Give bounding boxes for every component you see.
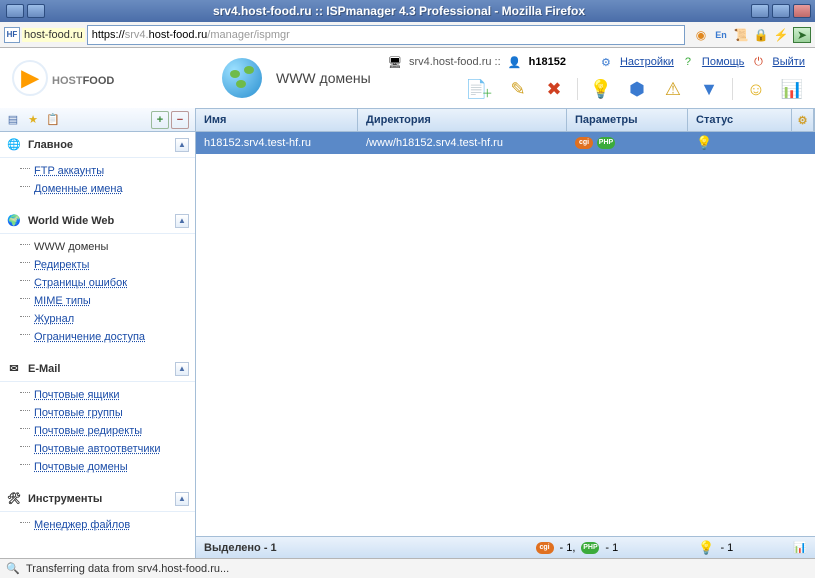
collapse-icon[interactable]: ▲ bbox=[175, 492, 189, 506]
col-header-dir[interactable]: Директория bbox=[358, 109, 567, 131]
sidebar-item[interactable]: Журнал bbox=[20, 310, 195, 328]
window-menu-button[interactable] bbox=[6, 4, 24, 18]
cgi-badge: cgi bbox=[575, 137, 593, 149]
access-button[interactable]: ⬢ bbox=[624, 76, 650, 102]
table-footer: Выделено - 1 cgi - 1, PHP - 1 💡 - 1 📊 bbox=[196, 536, 815, 558]
col-header-params[interactable]: Параметры bbox=[567, 109, 688, 131]
sidebar-group-www[interactable]: 🌍World Wide Web▲ bbox=[0, 208, 195, 234]
sidebar-item[interactable]: Доменные имена bbox=[20, 180, 195, 198]
table-row[interactable]: h18152.srv4.test-hf.ru /www/h18152.srv4.… bbox=[196, 132, 815, 154]
bulb-icon: 💡 bbox=[696, 135, 712, 151]
errors-button[interactable]: ⚠ bbox=[660, 76, 686, 102]
cell-dir: /www/h18152.srv4.test-hf.ru bbox=[358, 137, 567, 149]
selected-count: Выделено - 1 bbox=[204, 542, 277, 554]
clipboard-button[interactable]: 📋 bbox=[44, 111, 62, 129]
sidebar-item[interactable]: Страницы ошибок bbox=[20, 274, 195, 292]
expand-all-button[interactable]: + bbox=[151, 111, 169, 129]
sidebar-item[interactable]: Редиректы bbox=[20, 256, 195, 274]
php-badge: PHP bbox=[597, 137, 615, 149]
sidebar-item[interactable]: Почтовые редиректы bbox=[20, 422, 195, 440]
window-rollup-button[interactable] bbox=[27, 4, 45, 18]
script-icon[interactable]: 📜 bbox=[733, 27, 749, 43]
table-header: Имя Директория Параметры Статус ⚙ bbox=[196, 108, 815, 132]
collapse-icon[interactable]: ▲ bbox=[175, 138, 189, 152]
sidebar-group-main[interactable]: 🌐Главное▲ bbox=[0, 132, 195, 158]
user-icon: 👤 bbox=[507, 54, 523, 70]
sidebar-item[interactable]: Ограничение доступа bbox=[20, 328, 195, 346]
collapse-all-button[interactable]: − bbox=[171, 111, 189, 129]
cell-params: cgi PHP bbox=[567, 137, 688, 149]
window-title: srv4.host-food.ru :: ISPmanager 4.3 Prof… bbox=[51, 4, 747, 18]
globe-icon bbox=[222, 58, 262, 98]
footer-php-badge: PHP bbox=[581, 542, 599, 554]
window-close-button[interactable] bbox=[793, 4, 811, 18]
status-text: Transferring data from srv4.host-food.ru… bbox=[26, 563, 229, 575]
col-settings-button[interactable]: ⚙ bbox=[792, 109, 814, 131]
favorites-button[interactable]: ★ bbox=[24, 111, 42, 129]
window-minimize-button[interactable] bbox=[751, 4, 769, 18]
browser-statusbar: 🔍 Transferring data from srv4.host-food.… bbox=[0, 558, 815, 578]
current-user: h18152 bbox=[529, 56, 566, 68]
collapse-icon[interactable]: ▲ bbox=[175, 362, 189, 376]
antivirus-icon[interactable]: ⚡ bbox=[773, 27, 789, 43]
help-icon: ? bbox=[680, 54, 696, 70]
stats-button[interactable]: 📊 bbox=[779, 76, 805, 102]
logout-link[interactable]: Выйти bbox=[772, 56, 805, 68]
hostfood-logo: ▶ HOSTFOOD bbox=[12, 60, 114, 96]
delete-button[interactable]: ✖ bbox=[541, 76, 567, 102]
url-input[interactable]: https://srv4.host-food.ru/manager/ispmgr bbox=[87, 25, 685, 45]
sidebar-group-tools[interactable]: 🛠Инструменты▲ bbox=[0, 486, 195, 512]
settings-icon: ⚙ bbox=[598, 54, 614, 70]
site-icon: 🖥 bbox=[387, 54, 403, 70]
tools-icon: 🛠 bbox=[6, 491, 22, 507]
address-bar: HF host-food.ru https://srv4.host-food.r… bbox=[0, 22, 815, 48]
footer-cgi-badge: cgi bbox=[536, 542, 554, 554]
window-maximize-button[interactable] bbox=[772, 4, 790, 18]
logout-icon: ⏻ bbox=[750, 54, 766, 70]
sidebar-toolbar: ▤ ★ 📋 + − bbox=[0, 108, 195, 132]
footer-bulb-icon: 💡 bbox=[698, 540, 714, 556]
add-button[interactable]: 📄＋ bbox=[469, 76, 495, 102]
help-link[interactable]: Помощь bbox=[702, 56, 745, 68]
settings-link[interactable]: Настройки bbox=[620, 56, 674, 68]
col-header-name[interactable]: Имя bbox=[196, 109, 358, 131]
window-titlebar: srv4.host-food.ru :: ISPmanager 4.3 Prof… bbox=[0, 0, 815, 22]
table-body-empty bbox=[196, 154, 815, 536]
cell-name: h18152.srv4.test-hf.ru bbox=[196, 137, 358, 149]
filter-button[interactable]: ▼ bbox=[696, 76, 722, 102]
page-title: WWW домены bbox=[276, 70, 371, 86]
sidebar-item[interactable]: Почтовые автоответчики bbox=[20, 440, 195, 458]
sidebar-item[interactable]: Менеджер файлов bbox=[20, 516, 195, 534]
email-icon: ✉ bbox=[6, 361, 22, 377]
sidebar-item[interactable]: Почтовые ящики bbox=[20, 386, 195, 404]
sidebar: 🌐Главное▲ FTP аккаунтыДоменные имена 🌍Worl… bbox=[0, 132, 195, 558]
edit-button[interactable]: ✎ bbox=[505, 76, 531, 102]
collapse-icon[interactable]: ▲ bbox=[175, 214, 189, 228]
cell-status: 💡 bbox=[688, 135, 793, 151]
sidebar-item[interactable]: Почтовые домены bbox=[20, 458, 195, 476]
lock-icon: 🔒 bbox=[753, 27, 769, 43]
smiley-button[interactable]: ☺ bbox=[743, 76, 769, 102]
col-header-status[interactable]: Статус bbox=[688, 109, 792, 131]
sidebar-item[interactable]: MIME типы bbox=[20, 292, 195, 310]
main-icon: 🌐 bbox=[6, 137, 22, 153]
top-info-bar: 🖥 srv4.host-food.ru :: 👤 h18152 ⚙ Настро… bbox=[387, 54, 805, 70]
action-toolbar: 📄＋ ✎ ✖ 💡 ⬢ ⚠ ▼ ☺ 📊 bbox=[469, 76, 805, 102]
sidebar-group-email[interactable]: ✉E-Mail▲ bbox=[0, 356, 195, 382]
site-favicon[interactable]: HF bbox=[4, 27, 20, 43]
identity-domain[interactable]: host-food.ru bbox=[22, 28, 85, 42]
translate-icon[interactable]: En bbox=[713, 27, 729, 43]
www-icon: 🌍 bbox=[6, 213, 22, 229]
sidebar-item[interactable]: Почтовые группы bbox=[20, 404, 195, 422]
sidebar-item[interactable]: WWW домены bbox=[20, 238, 195, 256]
footer-export-button[interactable]: 📊 bbox=[793, 541, 807, 554]
go-button[interactable]: ➤ bbox=[793, 27, 811, 43]
loading-icon: 🔍 bbox=[6, 562, 20, 576]
toggle-button[interactable]: 💡 bbox=[588, 76, 614, 102]
rss-icon[interactable]: ◉ bbox=[693, 27, 709, 43]
hostfood-logo-icon: ▶ bbox=[12, 60, 48, 96]
list-view-button[interactable]: ▤ bbox=[4, 111, 22, 129]
sidebar-item[interactable]: FTP аккаунты bbox=[20, 162, 195, 180]
